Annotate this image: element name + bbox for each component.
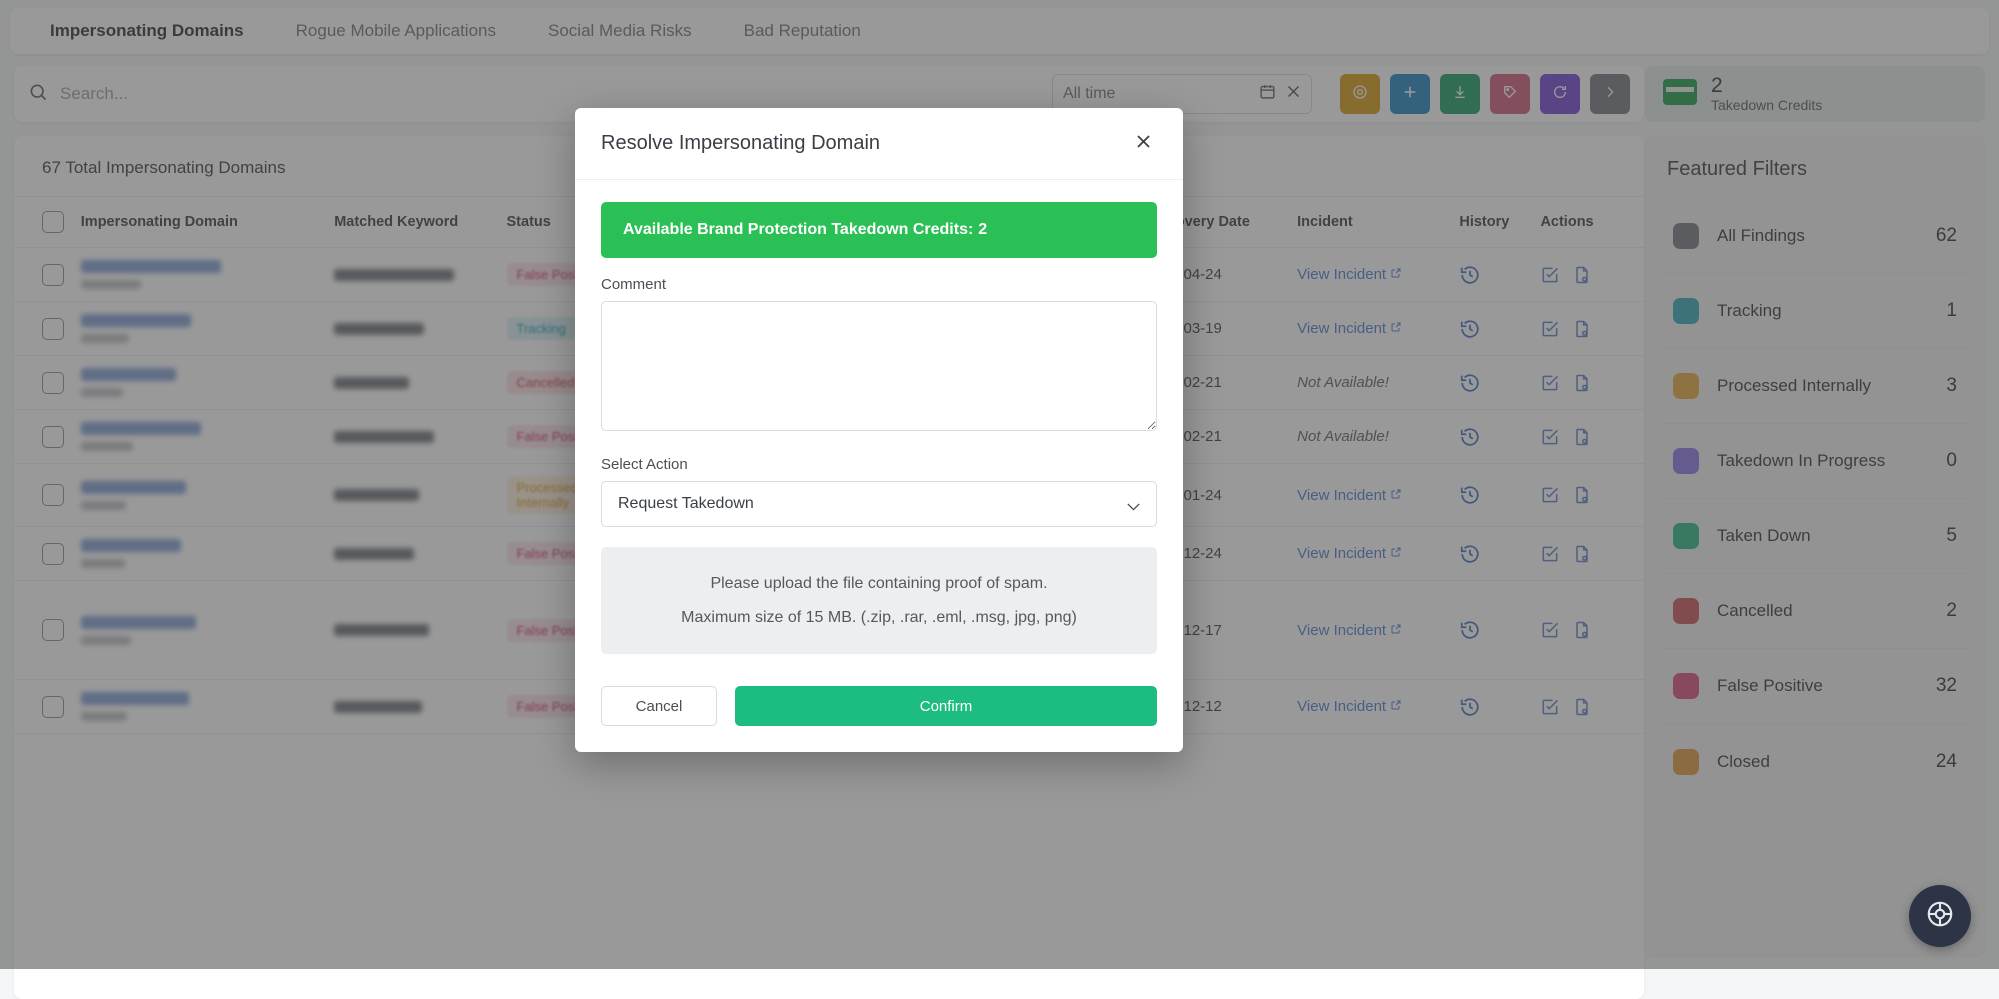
upload-hint-line2: Maximum size of 15 MB. (.zip, .rar, .eml…: [617, 601, 1141, 635]
upload-hint-box[interactable]: Please upload the file containing proof …: [601, 547, 1157, 654]
modal-header: Resolve Impersonating Domain: [575, 108, 1183, 180]
upload-hint-line1: Please upload the file containing proof …: [617, 567, 1141, 601]
lifebuoy-icon: [1925, 899, 1955, 934]
resolve-impersonating-domain-modal: Resolve Impersonating Domain Available B…: [575, 108, 1183, 752]
available-credits-label: Available Brand Protection Takedown Cred…: [623, 221, 973, 239]
available-credits-banner: Available Brand Protection Takedown Cred…: [601, 202, 1157, 258]
comment-label: Comment: [601, 276, 1157, 293]
support-button[interactable]: [1909, 885, 1971, 947]
comment-input[interactable]: [601, 301, 1157, 431]
select-action-value: Request Takedown: [618, 495, 754, 513]
confirm-button[interactable]: Confirm: [735, 686, 1157, 726]
cancel-button[interactable]: Cancel: [601, 686, 717, 726]
select-action-label: Select Action: [601, 456, 1157, 473]
select-action-dropdown[interactable]: Request Takedown: [601, 481, 1157, 527]
modal-footer: Cancel Confirm: [575, 664, 1183, 752]
available-credits-value: 2: [978, 221, 987, 239]
modal-body: Available Brand Protection Takedown Cred…: [575, 180, 1183, 664]
close-icon[interactable]: [1130, 130, 1157, 157]
select-action-wrap: Request Takedown: [601, 481, 1157, 527]
modal-title: Resolve Impersonating Domain: [601, 132, 880, 155]
